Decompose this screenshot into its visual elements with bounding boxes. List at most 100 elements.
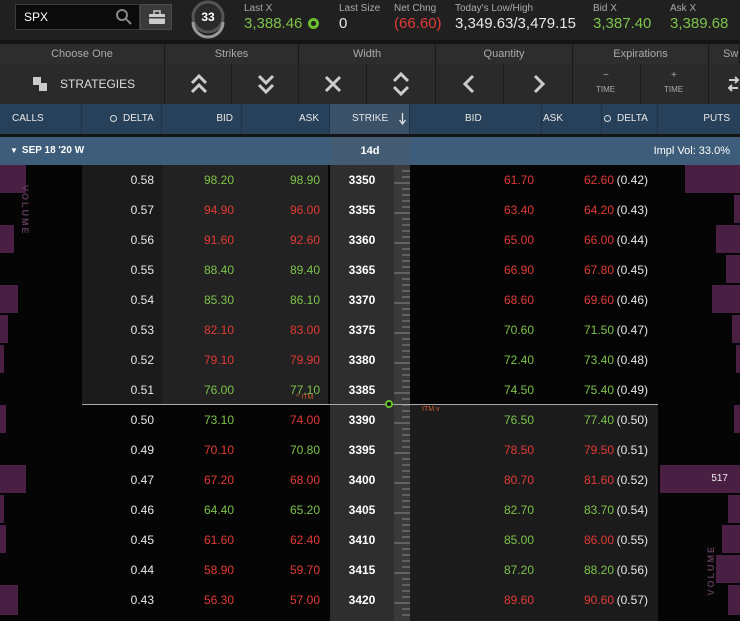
call-ask[interactable]: 59.70 — [242, 555, 328, 585]
expiration-label[interactable]: ▼ SEP 18 '20 W — [10, 145, 84, 156]
put-bid[interactable]: 80.70 — [410, 465, 542, 495]
strike-cell[interactable]: 3410 — [330, 525, 410, 555]
call-ask[interactable]: 86.10 — [242, 285, 328, 315]
call-ask[interactable]: 74.00 — [242, 405, 328, 435]
time-plus-button[interactable]: + TIME — [641, 64, 709, 104]
call-ask[interactable]: 65.20 — [242, 495, 328, 525]
strike-cell[interactable]: 3405 — [330, 495, 410, 525]
call-bid[interactable]: 82.10 — [162, 315, 242, 345]
strikes-header[interactable]: Strikes — [165, 44, 299, 64]
strike-header[interactable]: STRIKE — [330, 104, 410, 134]
call-bid[interactable]: 61.60 — [162, 525, 242, 555]
expirations-header[interactable]: Expirations — [573, 44, 709, 64]
chain-row[interactable]: 0.47 67.20 68.00 80.70 81.60 (0.52) 3400 — [0, 465, 740, 495]
quantity-decrease-button[interactable] — [436, 64, 504, 104]
call-ask[interactable]: 57.00 — [242, 585, 328, 615]
strikes-up-button[interactable] — [165, 64, 232, 104]
put-bid[interactable]: 82.70 — [410, 495, 542, 525]
strike-cell[interactable]: 3370 — [330, 285, 410, 315]
call-ask[interactable]: 68.00 — [242, 465, 328, 495]
strike-cell[interactable]: 3380 — [330, 345, 410, 375]
put-ask-header[interactable]: ASK — [542, 104, 602, 134]
chain-row[interactable]: 0.51 76.00 77.10 74.50 75.40 (0.49) 3385 — [0, 375, 740, 405]
call-ask[interactable]: 92.60 — [242, 225, 328, 255]
call-ask[interactable]: 96.00 — [242, 195, 328, 225]
call-bid[interactable]: 58.90 — [162, 555, 242, 585]
strike-cell[interactable]: 3385 — [330, 375, 410, 405]
strike-cell[interactable]: 3400 — [330, 465, 410, 495]
chain-row[interactable]: 0.57 94.90 96.00 63.40 64.20 (0.43) 3355 — [0, 195, 740, 225]
quantity-header[interactable]: Quantity — [436, 44, 573, 64]
chain-row[interactable]: 0.43 56.30 57.00 89.60 90.60 (0.57) 3420 — [0, 585, 740, 615]
chain-row[interactable]: 0.58 98.20 98.90 61.70 62.60 (0.42) 3350 — [0, 165, 740, 195]
call-ask[interactable]: 89.40 — [242, 255, 328, 285]
strike-cell[interactable]: 3350 — [330, 165, 410, 195]
call-bid[interactable]: 91.60 — [162, 225, 242, 255]
strike-cell[interactable]: 3360 — [330, 225, 410, 255]
put-delta-header[interactable]: DELTA — [602, 104, 658, 134]
call-ask[interactable]: 62.40 — [242, 525, 328, 555]
put-bid[interactable]: 65.00 — [410, 225, 542, 255]
put-bid[interactable]: 66.90 — [410, 255, 542, 285]
call-bid-header[interactable]: BID — [162, 104, 242, 134]
call-bid[interactable]: 67.20 — [162, 465, 242, 495]
chain-row[interactable]: 0.53 82.10 83.00 70.60 71.50 (0.47) 3375 — [0, 315, 740, 345]
call-bid[interactable]: 85.30 — [162, 285, 242, 315]
call-ask[interactable]: 83.00 — [242, 315, 328, 345]
strategies-button[interactable]: STRATEGIES — [0, 64, 165, 104]
call-bid[interactable]: 79.10 — [162, 345, 242, 375]
width-header[interactable]: Width — [299, 44, 436, 64]
chain-row[interactable]: 0.46 64.40 65.20 82.70 83.70 (0.54) 3405 — [0, 495, 740, 525]
search-icon[interactable] — [115, 8, 133, 26]
put-bid[interactable]: 70.60 — [410, 315, 542, 345]
call-bid[interactable]: 88.40 — [162, 255, 242, 285]
symbol-input[interactable]: SPX — [24, 10, 48, 24]
strike-cell[interactable]: 3355 — [330, 195, 410, 225]
put-bid[interactable]: 78.50 — [410, 435, 542, 465]
put-bid[interactable]: 63.40 — [410, 195, 542, 225]
chain-row[interactable]: 0.45 61.60 62.40 85.00 86.00 (0.55) 3410 — [0, 525, 740, 555]
put-bid[interactable]: 72.40 — [410, 345, 542, 375]
choose-one-header[interactable]: Choose One — [0, 44, 165, 64]
symbol-search-box[interactable]: SPX — [15, 4, 140, 30]
call-ask-header[interactable]: ASK — [242, 104, 330, 134]
put-bid[interactable]: 87.20 — [410, 555, 542, 585]
call-bid[interactable]: 73.10 — [162, 405, 242, 435]
call-delta-header[interactable]: DELTA — [82, 104, 162, 134]
chain-row[interactable]: 0.50 73.10 74.00 76.50 77.40 (0.50) 3390 — [0, 405, 740, 435]
strike-cell[interactable]: 3390 — [330, 405, 410, 435]
call-bid[interactable]: 76.00 — [162, 375, 242, 405]
strikes-down-button[interactable] — [232, 64, 299, 104]
call-ask[interactable]: 70.80 — [242, 435, 328, 465]
call-ask[interactable]: 77.10 — [242, 375, 328, 405]
quantity-increase-button[interactable] — [504, 64, 573, 104]
briefcase-button[interactable] — [140, 4, 172, 30]
width-adjust-button[interactable] — [367, 64, 436, 104]
width-clear-button[interactable] — [299, 64, 367, 104]
put-bid-header[interactable]: BID — [410, 104, 542, 134]
chain-row[interactable]: 0.55 88.40 89.40 66.90 67.80 (0.45) 3365 — [0, 255, 740, 285]
chain-row[interactable]: 0.49 70.10 70.80 78.50 79.50 (0.51) 3395 — [0, 435, 740, 465]
put-bid[interactable]: 61.70 — [410, 165, 542, 195]
call-bid[interactable]: 98.20 — [162, 165, 242, 195]
call-bid[interactable]: 64.40 — [162, 495, 242, 525]
chain-row[interactable]: 0.52 79.10 79.90 72.40 73.40 (0.48) 3380 — [0, 345, 740, 375]
put-bid[interactable]: 85.00 — [410, 525, 542, 555]
put-bid[interactable]: 68.60 — [410, 285, 542, 315]
chain-row[interactable]: 0.54 85.30 86.10 68.60 69.60 (0.46) 3370 — [0, 285, 740, 315]
call-bid[interactable]: 94.90 — [162, 195, 242, 225]
chain-row[interactable]: 0.44 58.90 59.70 87.20 88.20 (0.56) 3415 — [0, 555, 740, 585]
strike-cell[interactable]: 3365 — [330, 255, 410, 285]
strike-cell[interactable]: 3395 — [330, 435, 410, 465]
expiration-row[interactable]: ▼ SEP 18 '20 W 14d Impl Vol: 33.0% — [0, 137, 740, 165]
switch-button[interactable] — [709, 64, 740, 104]
strike-cell[interactable]: 3420 — [330, 585, 410, 615]
strike-cell[interactable]: 3375 — [330, 315, 410, 345]
put-bid[interactable]: 89.60 — [410, 585, 542, 615]
call-ask[interactable]: 98.90 — [242, 165, 328, 195]
put-bid[interactable]: 74.50 — [410, 375, 542, 405]
chain-row[interactable]: 0.56 91.60 92.60 65.00 66.00 (0.44) 3360 — [0, 225, 740, 255]
calls-header[interactable]: CALLS — [0, 104, 82, 134]
switch-header[interactable]: Sw — [709, 44, 740, 64]
strike-cell[interactable]: 3415 — [330, 555, 410, 585]
